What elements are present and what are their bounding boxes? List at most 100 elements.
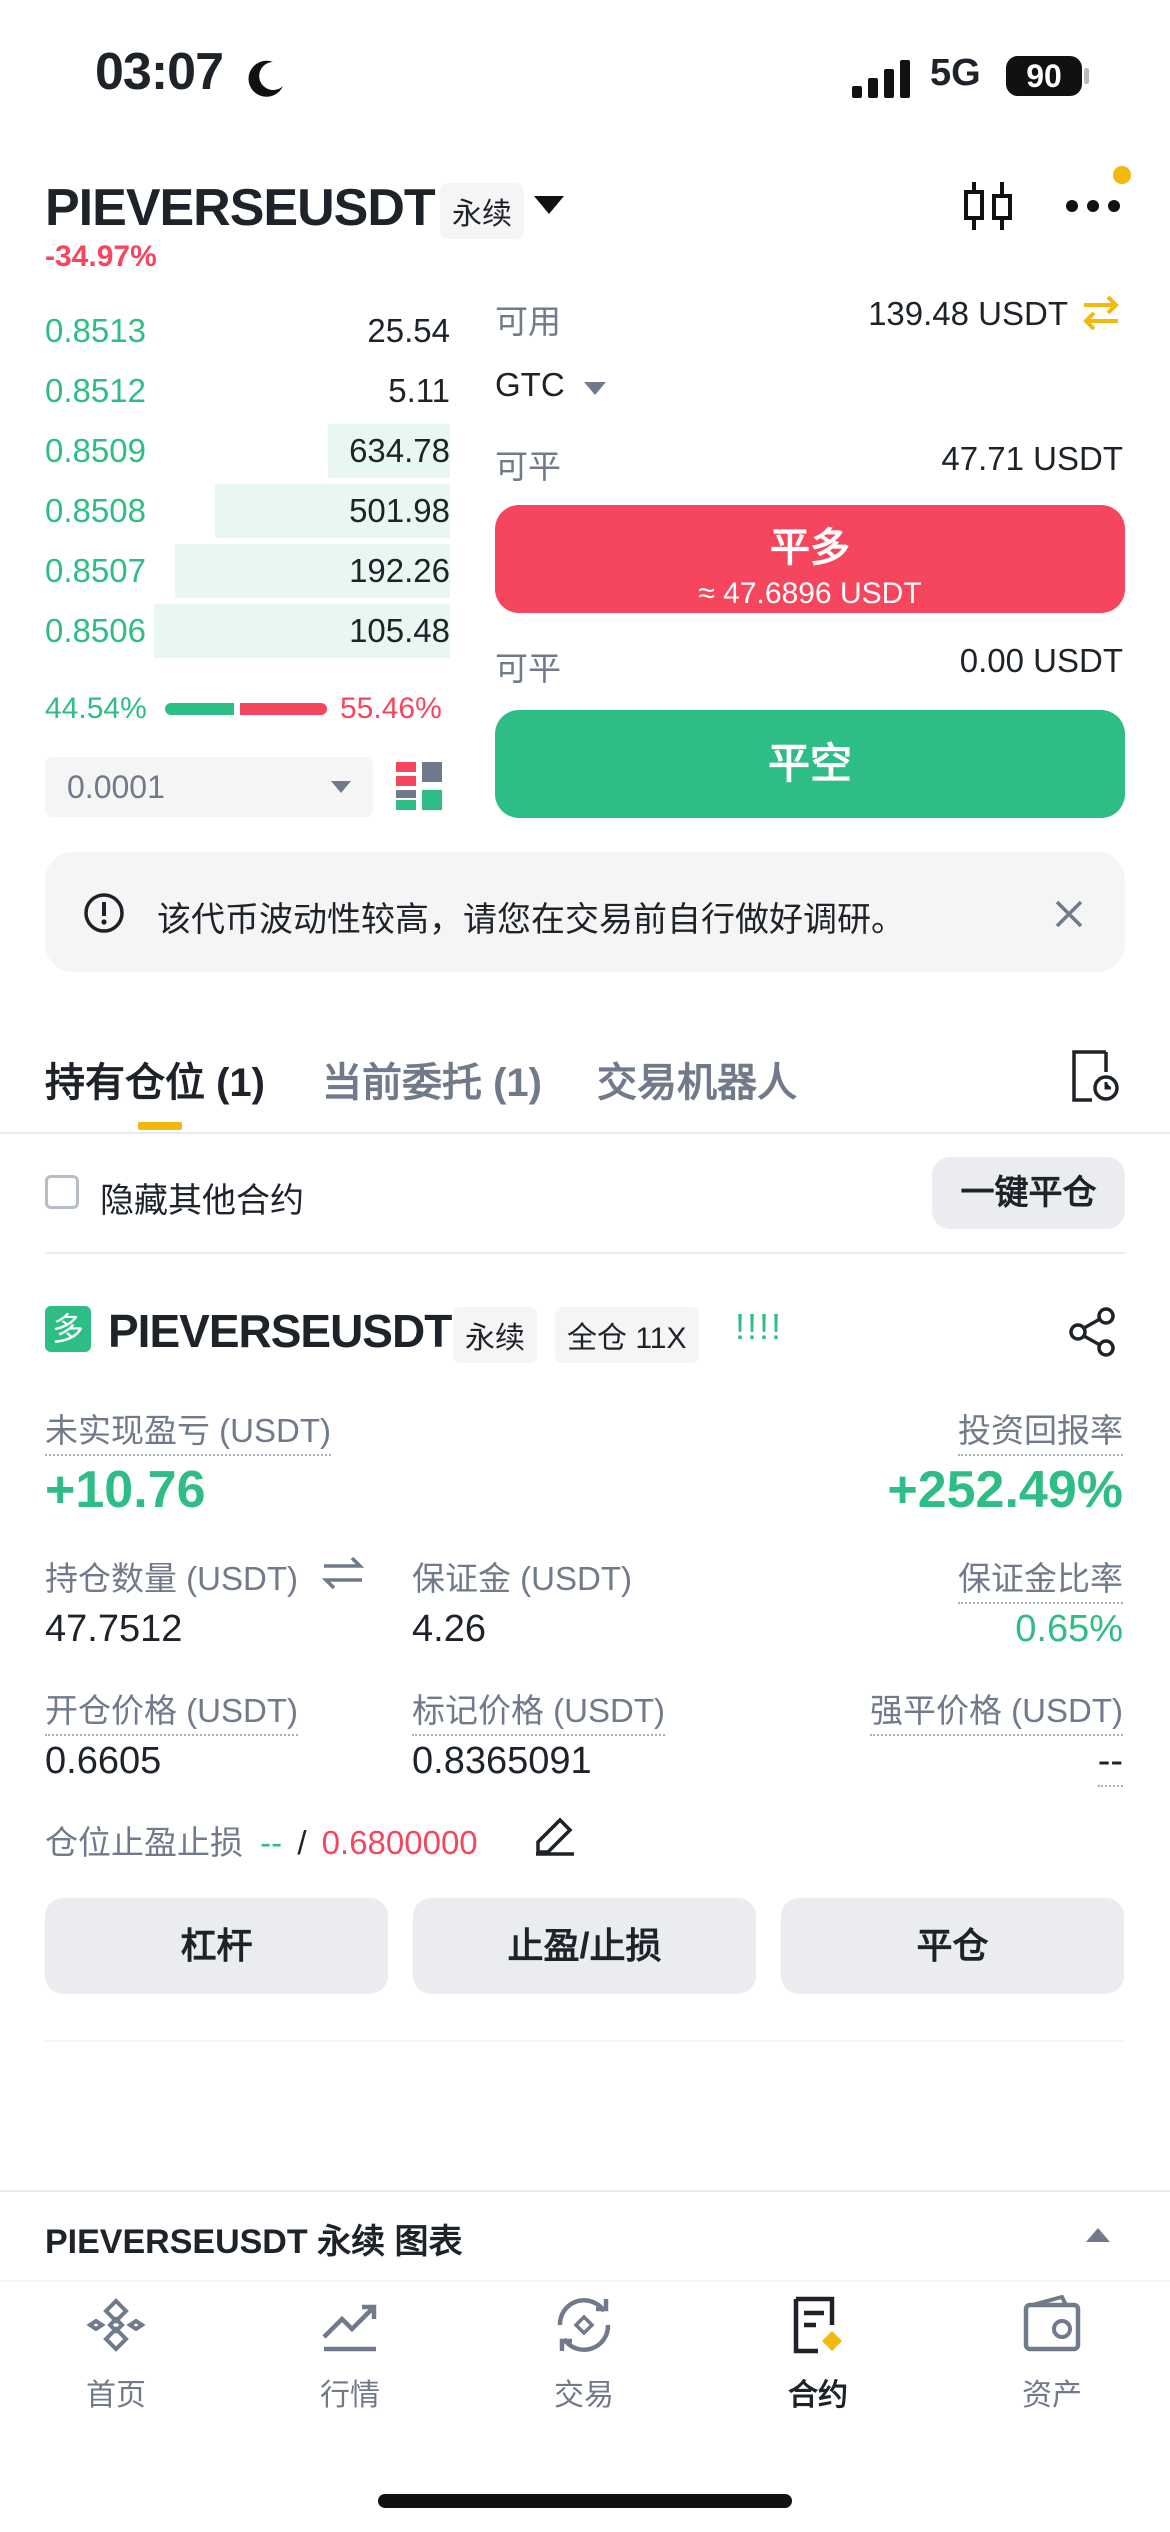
margin-value: 4.26 (412, 1608, 486, 1650)
orderbook-row[interactable]: 0.8508 501.98 (45, 480, 450, 540)
nav-futures[interactable]: 合约 (718, 2295, 918, 2414)
buy-ratio: 44.54% (45, 692, 147, 725)
tpsl-button[interactable]: 止盈/止损 (413, 1898, 756, 1994)
order-type-select[interactable]: GTC (495, 366, 606, 404)
tpsl-separator: / (297, 1824, 307, 1861)
orderbook-price: 0.8512 (45, 372, 146, 409)
home-indicator (378, 2494, 792, 2508)
more-options-icon[interactable] (1066, 196, 1120, 216)
notice-text: 该代币波动性较高，请您在交易前自行做好调研。 (157, 901, 905, 939)
nav-home-label: 首页 (86, 2379, 146, 2412)
tp-value: -- (260, 1824, 283, 1861)
section-divider (45, 1252, 1125, 1254)
position-contract-tag: 永续 (453, 1307, 537, 1363)
orderbook-row[interactable]: 0.8512 5.11 (45, 360, 450, 420)
close-long-label: 平多 (770, 526, 850, 570)
position-size-label: 持仓数量 (USDT) (45, 1560, 298, 1597)
entry-price-value: 0.6605 (45, 1740, 162, 1782)
orderbook-qty: 192.26 (349, 552, 450, 589)
position-size-value: 47.7512 (45, 1608, 183, 1650)
tab-trading-bots[interactable]: 交易机器人 (597, 1050, 797, 1108)
wallet-icon (1023, 2294, 1081, 2352)
unrealized-pnl-label[interactable]: 未实现盈亏 (USDT) (45, 1404, 331, 1456)
margin-ratio-value: 0.65% (1015, 1608, 1123, 1650)
nav-trade-label: 交易 (554, 2379, 614, 2412)
moon-icon (248, 60, 283, 97)
leverage-button[interactable]: 杠杆 (45, 1898, 388, 1994)
liquidation-price-value: -- (1097, 1740, 1123, 1787)
margin-ratio-label[interactable]: 保证金比率 (958, 1552, 1123, 1604)
nav-markets[interactable]: 行情 (250, 2295, 450, 2414)
nav-markets-label: 行情 (320, 2379, 380, 2412)
notification-dot (1113, 166, 1131, 184)
order-history-icon[interactable] (1070, 1048, 1120, 1104)
price-change: -34.97% (45, 240, 157, 273)
margin-label: 保证金 (USDT) (412, 1560, 632, 1597)
chevron-up-icon[interactable] (1086, 2226, 1110, 2242)
order-type-value: GTC (495, 366, 565, 403)
contract-type-tag: 永续 (440, 183, 524, 239)
closable-short-value: 0.00 USDT (959, 642, 1123, 679)
entry-price-label[interactable]: 开仓价格 (USDT) (45, 1684, 298, 1736)
chart-bar-border (0, 2190, 1170, 2192)
available-label: 可用 (495, 303, 561, 340)
signal-icon (852, 60, 910, 98)
available-value: 139.48 USDT (868, 295, 1068, 332)
mark-price-label[interactable]: 标记价格 (USDT) (412, 1684, 665, 1736)
candlestick-chart-icon[interactable] (960, 178, 1016, 234)
close-short-button[interactable]: 平空 (495, 710, 1125, 818)
battery-cap (1084, 68, 1089, 84)
pair-dropdown-icon[interactable] (534, 196, 564, 216)
position-pair[interactable]: PIEVERSEUSDT (108, 1304, 452, 1358)
close-long-button[interactable]: 平多 ≈ 47.6896 USDT (495, 505, 1125, 613)
mark-price-value: 0.8365091 (412, 1740, 592, 1782)
swap-unit-icon[interactable] (322, 1556, 364, 1590)
long-side-badge: 多 (45, 1306, 91, 1352)
transfer-icon[interactable] (1080, 295, 1122, 331)
precision-select[interactable]: 0.0001 (45, 757, 373, 817)
liquidation-price-label[interactable]: 强平价格 (USDT) (870, 1684, 1123, 1736)
tab-open-orders[interactable]: 当前委托 (1) (322, 1050, 542, 1108)
orderbook-row[interactable]: 0.8509 634.78 (45, 420, 450, 480)
signal-indicator: !!!! (735, 1306, 784, 1347)
sell-ratio: 55.46% (340, 692, 442, 725)
nav-trade[interactable]: 交易 (484, 2295, 684, 2414)
exchange-icon (557, 2298, 611, 2352)
orderbook-row[interactable]: 0.8507 192.26 (45, 540, 450, 600)
close-all-button[interactable]: 一键平仓 (932, 1157, 1125, 1229)
futures-icon (793, 2296, 842, 2354)
orderbook-qty: 25.54 (367, 312, 450, 349)
edit-icon[interactable] (534, 1814, 576, 1856)
risk-notice: 该代币波动性较高，请您在交易前自行做好调研。 (45, 852, 1125, 972)
hide-others-checkbox[interactable] (45, 1175, 79, 1209)
warning-icon (84, 893, 124, 933)
share-icon[interactable] (1066, 1306, 1118, 1358)
orderbook-price: 0.8507 (45, 552, 146, 589)
orderbook-qty: 105.48 (349, 612, 450, 649)
nav-home[interactable]: 首页 (16, 2295, 216, 2414)
orderbook-layout-icon[interactable] (396, 762, 442, 810)
orderbook-row[interactable]: 0.8513 25.54 (45, 300, 450, 360)
binance-logo-icon (86, 2298, 146, 2352)
unrealized-pnl-value: +10.76 (45, 1461, 206, 1519)
nav-assets[interactable]: 资产 (952, 2294, 1152, 2414)
tab-positions[interactable]: 持有仓位 (1) (45, 1050, 265, 1108)
orderbook-price: 0.8508 (45, 492, 146, 529)
pair-title[interactable]: PIEVERSEUSDT (45, 178, 436, 238)
orderbook-row[interactable]: 0.8506 105.48 (45, 600, 450, 660)
closable-long-value: 47.71 USDT (941, 440, 1123, 477)
close-position-button[interactable]: 平仓 (781, 1898, 1124, 1994)
chart-bar-label[interactable]: PIEVERSEUSDT 永续 图表 (45, 2214, 463, 2263)
card-divider (45, 2040, 1125, 2042)
closable-short-label: 可平 (495, 650, 561, 687)
orderbook-price: 0.8509 (45, 432, 146, 469)
close-icon[interactable] (1053, 898, 1085, 930)
roi-value: +252.49% (887, 1461, 1123, 1519)
nav-assets-label: 资产 (1022, 2379, 1082, 2412)
orderbook-qty: 634.78 (349, 432, 450, 469)
roi-label[interactable]: 投资回报率 (958, 1404, 1123, 1456)
tpsl-label: 仓位止盈止损 (45, 1824, 243, 1861)
hide-others-label[interactable]: 隐藏其他合约 (100, 1173, 304, 1222)
tpsl-row: 仓位止盈止损 -- / 0.6800000 (45, 1816, 478, 1864)
nav-futures-label: 合约 (788, 2379, 848, 2412)
